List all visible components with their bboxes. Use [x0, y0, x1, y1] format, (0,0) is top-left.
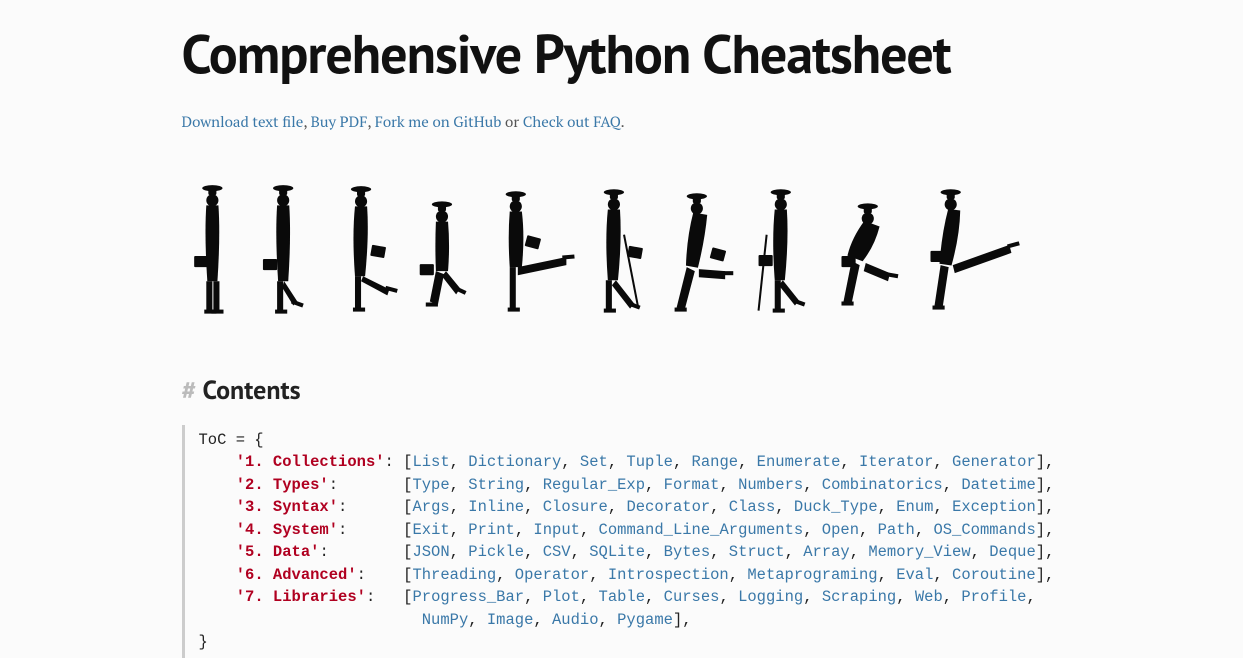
toc-link[interactable]: Progress_Bar — [412, 588, 524, 606]
toc-link[interactable]: Web — [915, 588, 943, 606]
toc-link[interactable]: Plot — [543, 588, 580, 606]
toc-link[interactable]: Format — [664, 476, 720, 494]
toc-link[interactable]: Eval — [896, 566, 933, 584]
toc-link[interactable]: Type — [412, 476, 449, 494]
toc-link[interactable]: Image — [487, 611, 534, 629]
toc-link[interactable]: Iterator — [859, 453, 933, 471]
toc-link[interactable]: Duck_Type — [794, 498, 878, 516]
toc-link[interactable]: Logging — [738, 588, 803, 606]
toc-close: } — [199, 633, 208, 651]
toc-link[interactable]: Tuple — [626, 453, 673, 471]
toc-link[interactable]: OS_Commands — [933, 521, 1035, 539]
toc-link[interactable]: JSON — [412, 543, 449, 561]
toc-link[interactable]: Inline — [468, 498, 524, 516]
toc-link[interactable]: Operator — [515, 566, 589, 584]
faq-link[interactable]: Check out FAQ — [523, 112, 621, 132]
toc-open: ToC = { — [199, 431, 264, 449]
toc-key: '4. System' — [236, 521, 338, 539]
toc-link[interactable]: Set — [580, 453, 608, 471]
toc-link[interactable]: Pygame — [617, 611, 673, 629]
toc-link[interactable]: Introspection — [608, 566, 729, 584]
toc-link[interactable]: Coroutine — [952, 566, 1036, 584]
toc-link[interactable]: Open — [822, 521, 859, 539]
toc-link[interactable]: Regular_Exp — [543, 476, 645, 494]
page-title: Comprehensive Python Cheatsheet — [182, 18, 1062, 88]
buy-pdf-link[interactable]: Buy PDF — [311, 112, 368, 132]
fork-github-link[interactable]: Fork me on GitHub — [375, 112, 502, 132]
toc-link[interactable]: Profile — [961, 588, 1026, 606]
toc-key: '1. Collections' — [236, 453, 385, 471]
toc-link[interactable]: Array — [803, 543, 850, 561]
toc-link[interactable]: Deque — [989, 543, 1036, 561]
toc-link[interactable]: Decorator — [626, 498, 710, 516]
toc-link[interactable]: Enum — [896, 498, 933, 516]
toc-link[interactable]: Curses — [664, 588, 720, 606]
toc-key: '7. Libraries' — [236, 588, 366, 606]
toc-link[interactable]: Bytes — [664, 543, 711, 561]
toc-link[interactable]: Exception — [952, 498, 1036, 516]
toc-key: '5. Data' — [236, 543, 320, 561]
toc-link[interactable]: Metaprograming — [747, 566, 877, 584]
toc-code-block: ToC = { '1. Collections': [List, Diction… — [182, 425, 1062, 658]
toc-link[interactable]: String — [468, 476, 524, 494]
toc-link[interactable]: Datetime — [961, 476, 1035, 494]
subtitle-links: Download text file, Buy PDF, Fork me on … — [182, 112, 1062, 132]
toc-link[interactable]: Enumerate — [757, 453, 841, 471]
toc-link[interactable]: Print — [468, 521, 515, 539]
toc-link[interactable]: Combinatorics — [822, 476, 943, 494]
toc-link[interactable]: Audio — [552, 611, 599, 629]
toc-link[interactable]: Exit — [412, 521, 449, 539]
toc-link[interactable]: Closure — [543, 498, 608, 516]
toc-link[interactable]: Threading — [412, 566, 496, 584]
toc-link[interactable]: CSV — [543, 543, 571, 561]
toc-link[interactable]: Range — [692, 453, 739, 471]
toc-link[interactable]: Dictionary — [468, 453, 561, 471]
toc-link[interactable]: Memory_View — [868, 543, 970, 561]
silly-walks-illustration — [182, 170, 1062, 332]
download-link[interactable]: Download text file — [182, 112, 304, 132]
toc-link[interactable]: Struct — [729, 543, 785, 561]
toc-link[interactable]: SQLite — [589, 543, 645, 561]
toc-key: '6. Advanced' — [236, 566, 357, 584]
toc-link[interactable]: Scraping — [822, 588, 896, 606]
toc-link[interactable]: Input — [533, 521, 580, 539]
toc-link[interactable]: Pickle — [468, 543, 524, 561]
toc-link[interactable]: Command_Line_Arguments — [599, 521, 804, 539]
contents-heading: # Contents — [182, 374, 1062, 407]
toc-link[interactable]: Path — [878, 521, 915, 539]
toc-key: '2. Types' — [236, 476, 329, 494]
toc-key: '3. Syntax' — [236, 498, 338, 516]
toc-link[interactable]: Numbers — [738, 476, 803, 494]
toc-link[interactable]: Generator — [952, 453, 1036, 471]
toc-link[interactable]: List — [412, 453, 449, 471]
toc-link[interactable]: NumPy — [422, 611, 469, 629]
toc-link[interactable]: Args — [412, 498, 449, 516]
toc-link[interactable]: Table — [599, 588, 646, 606]
toc-link[interactable]: Class — [729, 498, 776, 516]
